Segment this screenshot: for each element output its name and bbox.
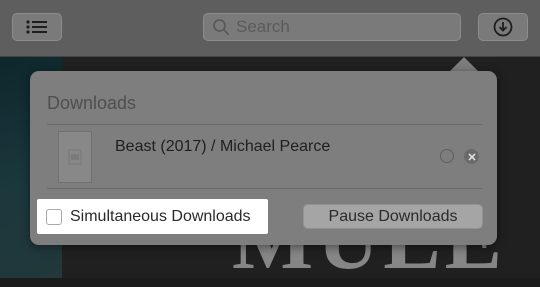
download-item-title: Beast (2017) / Michael Pearce — [115, 138, 331, 155]
search-field[interactable] — [203, 13, 461, 41]
list-view-button[interactable] — [12, 13, 62, 41]
simultaneous-downloads-option[interactable]: Simultaneous Downloads — [37, 199, 268, 234]
download-icon — [493, 17, 513, 37]
search-icon — [212, 18, 230, 36]
list-icon — [26, 20, 47, 34]
popover-arrow — [450, 57, 478, 71]
divider — [47, 188, 482, 189]
download-thumbnail — [58, 131, 92, 183]
file-icon — [68, 149, 82, 165]
popover-title: Downloads — [47, 93, 137, 113]
close-icon — [467, 152, 476, 161]
cancel-download-button[interactable] — [464, 149, 479, 164]
simultaneous-downloads-label: Simultaneous Downloads — [70, 207, 251, 225]
toolbar — [0, 0, 540, 57]
divider — [47, 124, 482, 125]
progress-circle-icon — [440, 149, 454, 163]
search-input[interactable] — [236, 17, 436, 37]
downloads-button[interactable] — [478, 13, 528, 41]
simultaneous-downloads-checkbox[interactable] — [46, 208, 62, 225]
pause-downloads-button[interactable]: Pause Downloads — [303, 204, 483, 229]
